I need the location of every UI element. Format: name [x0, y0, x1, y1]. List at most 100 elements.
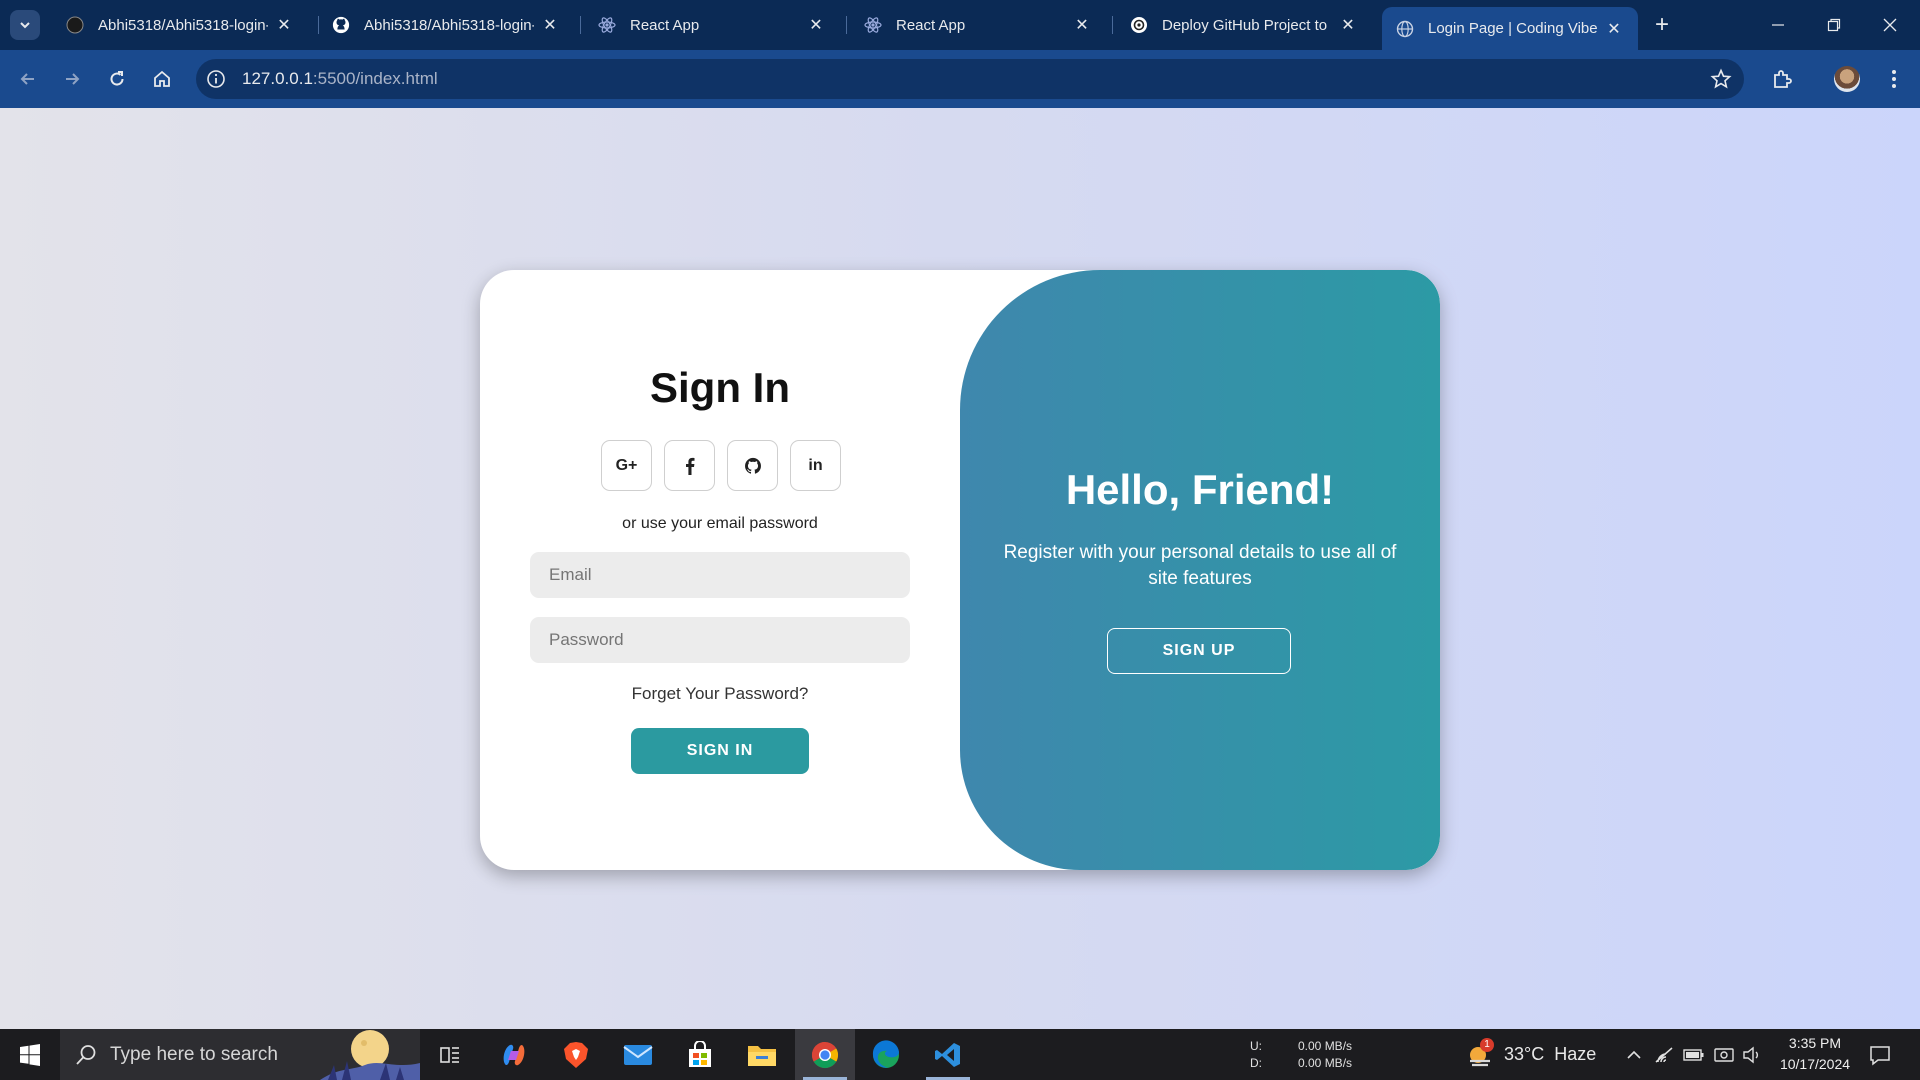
forward-button[interactable] [56, 63, 88, 95]
start-button[interactable] [0, 1029, 60, 1080]
edge-button[interactable] [856, 1029, 916, 1080]
task-view-button[interactable] [420, 1029, 480, 1080]
register-text: Register with your personal details to u… [1003, 542, 1397, 589]
react-icon [864, 16, 882, 34]
browser-tab-4[interactable]: React App ✕ [850, 8, 1106, 42]
browser-tab-2[interactable]: Abhi5318/Abhi5318-login- ✕ [318, 8, 574, 42]
page-viewport: Sign In G+ in or use your email password… [0, 108, 1920, 1029]
facebook-button[interactable] [664, 440, 715, 491]
close-window-button[interactable] [1870, 8, 1910, 42]
reload-button[interactable] [101, 63, 133, 95]
url-path: :5500/index.html [312, 69, 438, 88]
clock-date: 10/17/2024 [1779, 1056, 1851, 1072]
star-icon[interactable] [1710, 68, 1732, 90]
close-icon[interactable]: ✕ [1604, 19, 1624, 39]
login-card: Sign In G+ in or use your email password… [480, 270, 1440, 870]
close-icon[interactable]: ✕ [806, 15, 826, 35]
vscode-button[interactable] [918, 1029, 978, 1080]
volume-icon [1743, 1046, 1758, 1064]
chrome-button[interactable] [795, 1029, 855, 1080]
system-clock[interactable]: 3:35 PM 10/17/2024 [1770, 1033, 1860, 1075]
address-bar[interactable]: 127.0.0.1:5500/index.html [196, 59, 1744, 99]
menu-button[interactable] [1880, 65, 1908, 93]
taskbar-search[interactable]: Type here to search [60, 1029, 420, 1080]
linkedin-button[interactable]: in [790, 440, 841, 491]
weather-widget[interactable]: 1 33°C Haze [1466, 1029, 1596, 1080]
chrome-icon [811, 1041, 839, 1068]
temperature: 33°C [1504, 1044, 1545, 1064]
new-tab-button[interactable]: + [1648, 12, 1676, 40]
github-icon [66, 16, 84, 34]
file-explorer-button[interactable] [732, 1029, 792, 1080]
email-field[interactable] [530, 552, 910, 598]
download-speed: 0.00 MB/s [1298, 1056, 1353, 1070]
upload-label: U: [1250, 1039, 1262, 1053]
tab-search-button[interactable] [10, 10, 40, 40]
notifications-button[interactable] [1866, 1041, 1894, 1069]
close-icon[interactable]: ✕ [1072, 15, 1092, 35]
store-button[interactable] [670, 1029, 730, 1080]
puzzle-icon [1774, 70, 1792, 88]
info-icon[interactable] [206, 69, 226, 89]
tab-separator [846, 16, 847, 34]
close-icon[interactable]: ✕ [1338, 15, 1358, 35]
restore-button[interactable] [1814, 8, 1854, 42]
volume-button[interactable] [1740, 1043, 1764, 1067]
minimize-button[interactable] [1758, 8, 1798, 42]
browser-tab-6-active[interactable]: Login Page | Coding Vibes ✕ [1382, 7, 1638, 50]
facebook-icon [685, 457, 694, 475]
windows-taskbar: Type here to search U: 0.00 MB/s D: 0.00 M… [0, 1029, 1920, 1080]
browser-tab-1[interactable]: Abhi5318/Abhi5318-login- ✕ [52, 8, 308, 42]
browser-tab-5[interactable]: Deploy GitHub Project to R ✕ [1116, 8, 1372, 42]
battery-icon [1683, 1049, 1704, 1061]
mail-button[interactable] [608, 1029, 668, 1080]
search-icon [76, 1045, 96, 1065]
copilot-icon [503, 1044, 525, 1065]
meet-now-button[interactable] [1712, 1043, 1736, 1067]
upload-speed: 0.00 MB/s [1298, 1039, 1353, 1053]
chevron-down-icon [20, 22, 30, 29]
copilot-button[interactable] [484, 1029, 544, 1080]
download-label: D: [1250, 1056, 1262, 1070]
globe-icon [1396, 20, 1414, 38]
github-button[interactable] [727, 440, 778, 491]
signin-button[interactable]: SIGN IN [631, 728, 809, 774]
browser-tab-3[interactable]: React App ✕ [584, 8, 840, 42]
google-plus-icon: G+ [615, 456, 638, 474]
home-button[interactable] [146, 63, 178, 95]
tab-separator [1112, 16, 1113, 34]
openai-icon [1130, 16, 1148, 34]
tab-separator [580, 16, 581, 34]
signup-button[interactable]: SIGN UP [1107, 628, 1291, 674]
github-icon [744, 457, 761, 474]
linkedin-icon: in [808, 456, 823, 474]
extensions-button[interactable] [1768, 65, 1796, 93]
notification-icon [1870, 1046, 1890, 1066]
show-hidden-icons-button[interactable] [1622, 1043, 1646, 1067]
tab-label: Deploy GitHub Project to R [1162, 16, 1332, 34]
back-button[interactable] [12, 63, 44, 95]
close-icon[interactable]: ✕ [540, 15, 560, 35]
forgot-password-link[interactable]: Forget Your Password? [480, 684, 960, 704]
tab-label: Login Page | Coding Vibes [1428, 20, 1598, 37]
folder-icon [748, 1045, 776, 1066]
password-field[interactable] [530, 617, 910, 663]
webcam-icon [1714, 1048, 1734, 1062]
search-placeholder: Type here to search [110, 1044, 278, 1065]
close-icon[interactable]: ✕ [274, 15, 294, 35]
signin-title: Sign In [650, 364, 790, 411]
arrow-right-icon [66, 73, 80, 85]
network-speed-widget: U: 0.00 MB/s D: 0.00 MB/s [1250, 1038, 1352, 1072]
battery-button[interactable] [1682, 1043, 1706, 1067]
store-icon [689, 1040, 711, 1067]
wifi-button[interactable] [1652, 1043, 1676, 1067]
tab-label: React App [630, 16, 700, 34]
chevron-up-icon [1627, 1050, 1641, 1059]
profile-button[interactable] [1833, 65, 1861, 93]
google-plus-button[interactable]: G+ [601, 440, 652, 491]
brave-button[interactable] [546, 1029, 606, 1080]
brave-icon [564, 1041, 588, 1068]
weather-condition: Haze [1554, 1044, 1597, 1064]
hello-title: Hello, Friend! [1065, 466, 1335, 513]
minimize-icon [1772, 24, 1784, 26]
